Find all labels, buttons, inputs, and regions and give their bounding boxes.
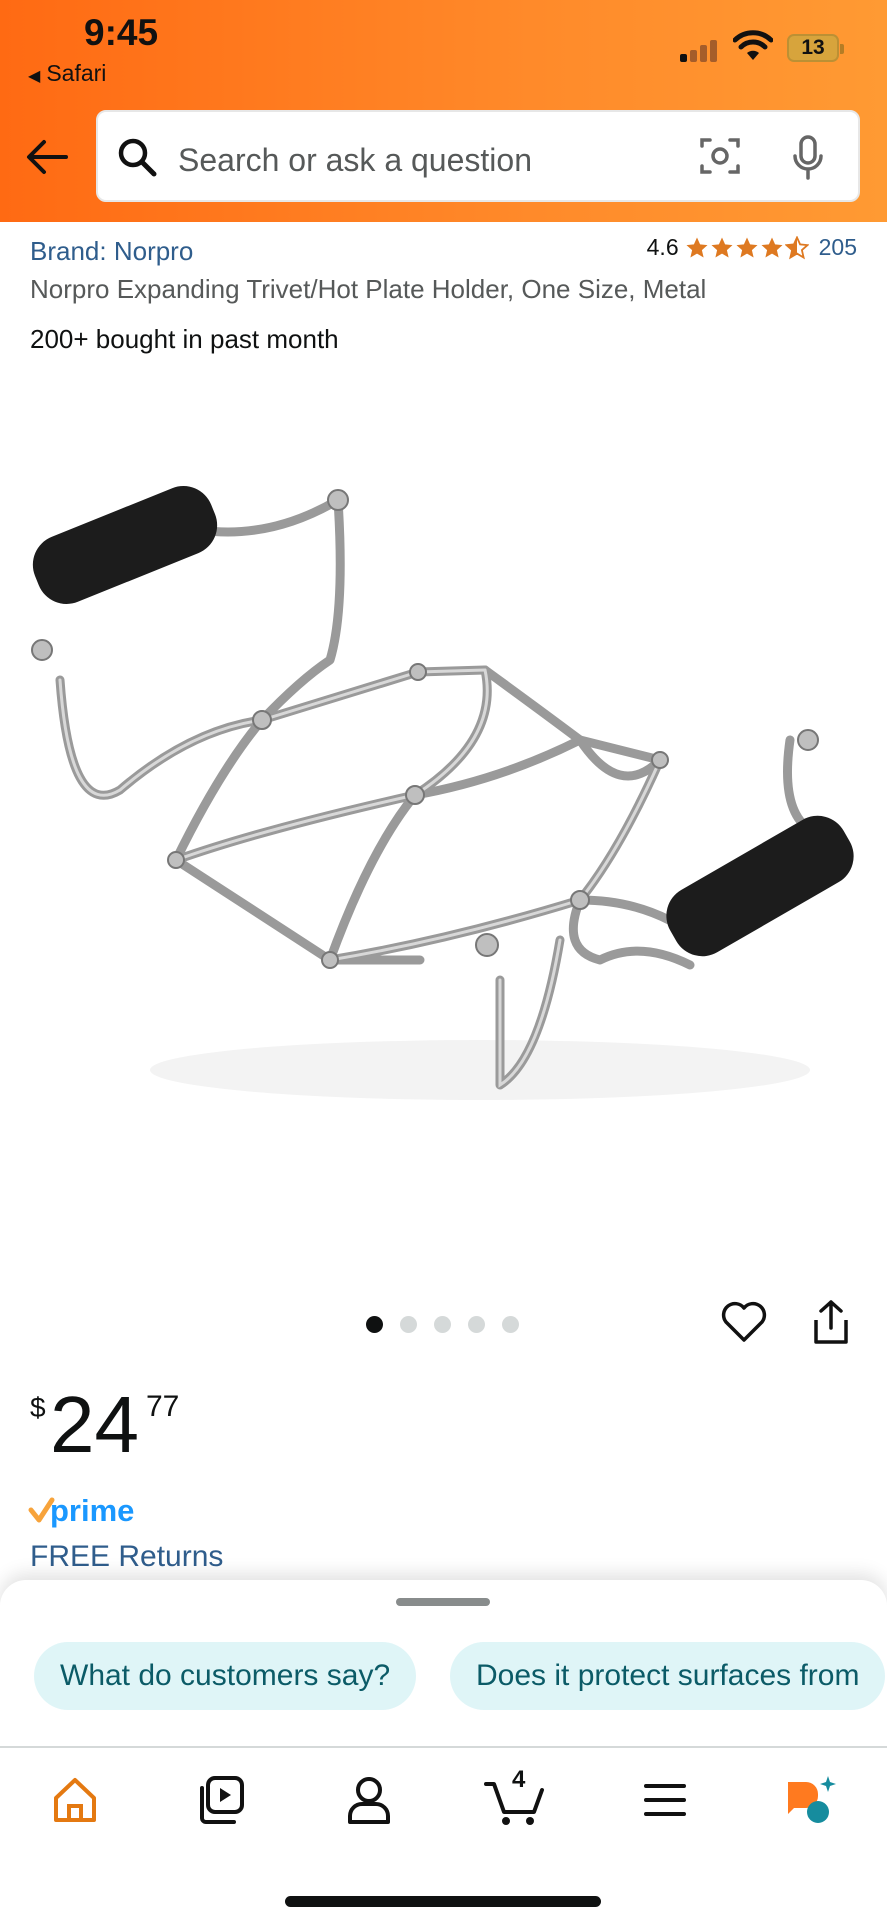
signal-icon xyxy=(680,38,722,62)
prime-logo: prime xyxy=(28,1493,134,1528)
back-arrow-icon[interactable] xyxy=(24,134,70,180)
product-title: Norpro Expanding Trivet/Hot Plate Holder… xyxy=(30,274,707,304)
status-time: 9:45 xyxy=(84,12,159,53)
image-pagination[interactable] xyxy=(366,1316,519,1333)
prime-label: prime xyxy=(50,1493,134,1528)
star-rating-icon xyxy=(685,235,809,260)
video-icon[interactable] xyxy=(194,1774,248,1826)
suggestion-chip[interactable]: What do customers say? xyxy=(34,1642,417,1710)
search-bar[interactable]: Search or ask a question xyxy=(96,110,860,202)
home-indicator[interactable] xyxy=(285,1896,601,1907)
page-dot[interactable] xyxy=(400,1316,417,1333)
battery-icon: 13 xyxy=(787,34,844,62)
bought-count: 200+ bought in past month xyxy=(30,324,339,354)
rating-value: 4.6 xyxy=(646,234,679,260)
back-app-label: Safari xyxy=(46,60,107,86)
home-icon[interactable] xyxy=(48,1774,102,1826)
page-dot[interactable] xyxy=(366,1316,383,1333)
suggestion-chip[interactable]: Does it protect surfaces from xyxy=(450,1642,886,1710)
heart-icon[interactable] xyxy=(720,1300,768,1344)
review-count: 205 xyxy=(818,234,857,260)
sheet-handle[interactable] xyxy=(396,1598,490,1606)
back-triangle-icon: ◀ xyxy=(28,68,41,85)
back-to-safari[interactable]: ◀ Safari xyxy=(28,60,106,87)
page-dot[interactable] xyxy=(434,1316,451,1333)
battery-level: 13 xyxy=(801,36,825,59)
page-dot[interactable] xyxy=(468,1316,485,1333)
cart-count: 4 xyxy=(512,1766,526,1793)
brand-link[interactable]: Brand: Norpro xyxy=(30,236,193,267)
price-currency: $ xyxy=(30,1392,46,1423)
suggestion-sheet: What do customers say? Does it protect s… xyxy=(0,1580,887,1750)
price-fraction: 77 xyxy=(146,1390,180,1423)
search-input[interactable]: Search or ask a question xyxy=(178,142,532,179)
bottom-navigation: 4 xyxy=(0,1746,887,1920)
rufus-assistant-icon[interactable] xyxy=(784,1774,838,1826)
account-icon[interactable] xyxy=(342,1774,396,1826)
search-icon xyxy=(118,138,157,177)
rating-summary[interactable]: 4.6 205 xyxy=(647,234,857,261)
header: 9:45 ◀ Safari 13 Search or ask a question xyxy=(0,0,887,222)
microphone-icon[interactable] xyxy=(791,134,825,182)
share-icon[interactable] xyxy=(808,1298,854,1346)
free-returns-link[interactable]: FREE Returns xyxy=(30,1540,223,1574)
camera-search-icon[interactable] xyxy=(698,134,742,178)
menu-icon[interactable] xyxy=(638,1774,692,1826)
wifi-icon xyxy=(733,30,773,60)
price-whole: 24 xyxy=(50,1380,139,1469)
product-image[interactable] xyxy=(0,380,887,1280)
page-dot[interactable] xyxy=(502,1316,519,1333)
cart-button[interactable]: 4 xyxy=(484,1766,548,1828)
